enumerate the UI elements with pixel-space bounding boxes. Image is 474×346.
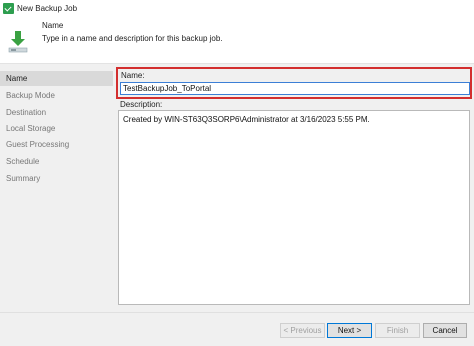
previous-button[interactable]: < Previous (280, 323, 325, 338)
sidebar-item-local-storage[interactable]: Local Storage (0, 121, 113, 136)
sidebar-item-guest-processing[interactable]: Guest Processing (0, 137, 113, 152)
finish-button[interactable]: Finish (375, 323, 420, 338)
title-bar: New Backup Job (0, 0, 474, 17)
window-title: New Backup Job (17, 4, 78, 13)
step-description: Type in a name and description for this … (42, 34, 223, 43)
sidebar-item-schedule[interactable]: Schedule (0, 154, 113, 169)
sidebar-item-backup-mode[interactable]: Backup Mode (0, 88, 113, 103)
wizard-header: Name Type in a name and description for … (0, 17, 474, 64)
sidebar-item-summary[interactable]: Summary (0, 171, 113, 186)
sidebar-item-name[interactable]: Name (0, 71, 113, 86)
step-title: Name (42, 21, 64, 30)
app-logo-icon (3, 3, 14, 14)
name-input[interactable] (120, 82, 470, 95)
description-textarea[interactable]: Created by WIN-ST63Q3SORP6\Administrator… (118, 110, 470, 305)
download-arrow-icon (8, 31, 28, 53)
sidebar-item-destination[interactable]: Destination (0, 105, 113, 120)
next-button[interactable]: Next > (327, 323, 372, 338)
cancel-button[interactable]: Cancel (423, 323, 467, 338)
description-label: Description: (120, 100, 163, 109)
name-label: Name: (121, 71, 145, 80)
footer-divider (0, 312, 474, 313)
